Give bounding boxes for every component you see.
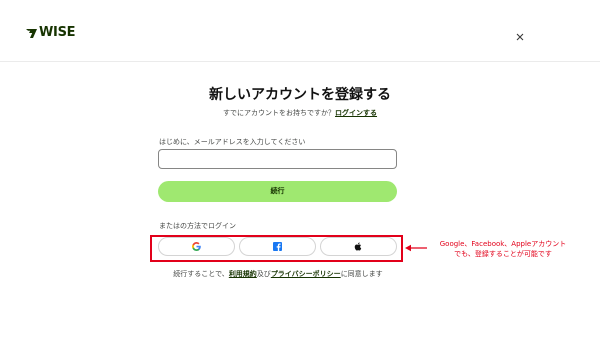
terms-and: 及び [256, 270, 271, 278]
close-icon[interactable] [514, 31, 526, 43]
have-account-label: すでにアカウントをお持ちですか？ [222, 109, 336, 117]
terms-suffix: に同意します [340, 270, 383, 278]
annotation-arrow-icon [405, 244, 427, 252]
terms-prefix: 続行することで、 [173, 270, 229, 278]
annotation-line-2: でも、登録することが可能です [454, 250, 552, 258]
email-input[interactable] [158, 149, 397, 169]
have-account-text: すでにアカウントをお持ちですか？ログインする [0, 109, 600, 118]
terms-link[interactable]: 利用規約 [229, 270, 257, 278]
logo-text: WISE [39, 25, 76, 40]
header: WISE [0, 0, 600, 62]
annotation-text: Google、Facebook、Appleアカウント でも、登録することが可能で… [430, 239, 576, 259]
privacy-link[interactable]: プライバシーポリシー [271, 270, 341, 278]
continue-button[interactable]: 続行 [158, 181, 397, 202]
page-title: 新しいアカウントを登録する [209, 87, 391, 103]
wise-flag-logo-icon [26, 29, 37, 38]
login-link[interactable]: ログインする [335, 109, 377, 117]
email-label: はじめに、メールアドレスを入力してください [159, 138, 306, 146]
social-login-highlight [150, 235, 403, 262]
wise-logo[interactable]: WISE [25, 25, 76, 40]
annotation-line-1: Google、Facebook、Appleアカウント [439, 240, 567, 248]
other-methods-label: またはの方法でログイン [159, 222, 236, 230]
terms-text: 続行することで、利用規約及びプライバシーポリシーに同意します [0, 270, 556, 279]
